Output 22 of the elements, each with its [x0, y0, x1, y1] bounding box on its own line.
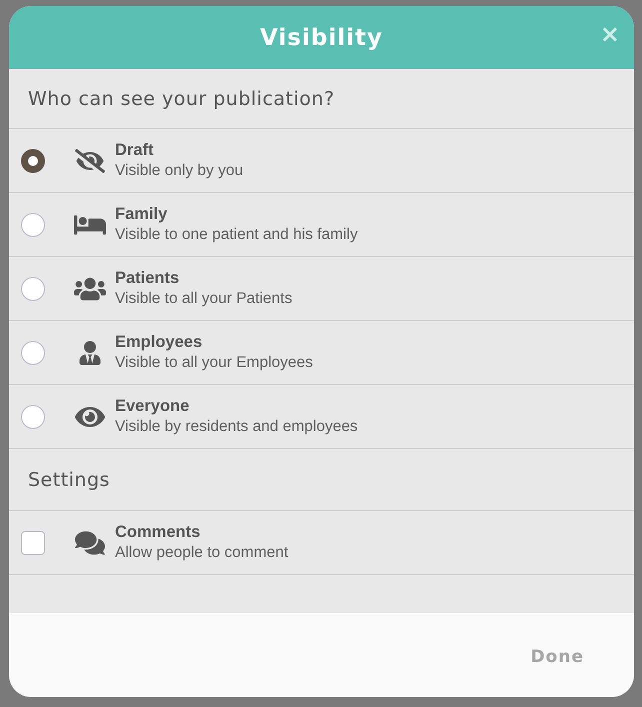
section-heading: Settings [28, 468, 110, 490]
radio-button[interactable] [21, 340, 45, 364]
radio-button[interactable] [21, 212, 45, 236]
option-description: Visible to all your Patients [115, 290, 292, 308]
radio-button[interactable] [21, 276, 45, 300]
option-description: Visible only by you [115, 162, 244, 180]
radio-button[interactable] [21, 148, 45, 172]
option-description: Visible by residents and employees [115, 418, 358, 436]
option-label: Everyone [115, 397, 190, 416]
option-label: Draft [115, 141, 155, 160]
option-label: Comments [115, 523, 202, 542]
dialog-title: Visibility [260, 24, 383, 50]
option-label: Patients [115, 269, 180, 288]
option-description: Visible to all your Employees [115, 354, 313, 372]
checkbox[interactable] [21, 530, 45, 554]
close-button[interactable]: × [600, 22, 620, 46]
option-label: Employees [115, 333, 204, 352]
option-description: Allow people to comment [115, 544, 288, 562]
option-description: Visible to one patient and his family [115, 226, 358, 244]
option-label: Family [115, 205, 168, 224]
radio-button[interactable] [21, 404, 45, 428]
section-heading: Who can see your publication? [28, 88, 335, 110]
